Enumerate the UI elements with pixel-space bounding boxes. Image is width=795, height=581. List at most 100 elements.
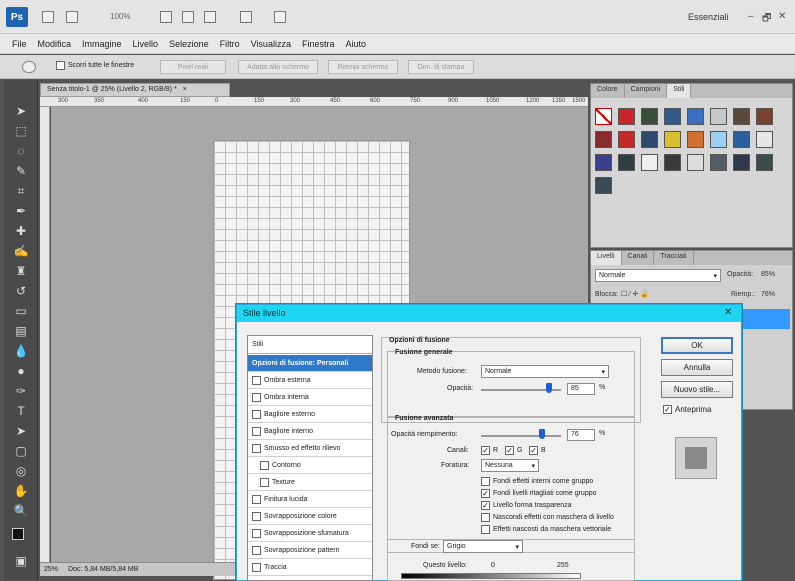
color-overlay-checkbox[interactable] xyxy=(252,511,261,521)
minimize-button[interactable]: – xyxy=(748,11,754,22)
zoom-tool-icon[interactable]: 🔍 xyxy=(10,502,32,520)
gradient-overlay-item[interactable]: Sovrapposizione sfumatura xyxy=(248,525,372,542)
gradient-tool-icon[interactable]: ▤ xyxy=(10,322,32,340)
style-swatch[interactable] xyxy=(733,154,750,171)
menu-file[interactable]: File xyxy=(12,39,27,49)
transparency-shapes-layer-option[interactable]: Livello forma trasparenza xyxy=(481,501,572,510)
status-zoom[interactable]: 25% xyxy=(44,566,58,573)
inner-shadow-checkbox[interactable] xyxy=(252,392,261,402)
shape-tool-icon[interactable]: ▢ xyxy=(10,442,32,460)
dialog-title-bar[interactable]: Stile livello ✕ xyxy=(237,305,741,322)
contour-item[interactable]: Contorno xyxy=(248,457,372,474)
blending-options-item[interactable]: Opzioni di fusione: Personali xyxy=(248,355,372,372)
contour-checkbox[interactable] xyxy=(260,460,269,470)
3d-rotate-icon[interactable]: ◎ xyxy=(10,462,32,480)
style-swatch[interactable] xyxy=(756,131,773,148)
style-swatch[interactable] xyxy=(641,131,658,148)
opacity-slider-thumb[interactable] xyxy=(546,383,552,393)
tab-canali[interactable]: Canali xyxy=(622,251,655,265)
menu-immagine[interactable]: Immagine xyxy=(82,39,122,49)
ok-button[interactable]: OK xyxy=(661,337,733,354)
lasso-tool-icon[interactable]: ◌ xyxy=(10,142,32,160)
cancel-button[interactable]: Annulla xyxy=(661,359,733,376)
style-swatch[interactable] xyxy=(687,154,704,171)
satin-item[interactable]: Finitura lucida xyxy=(248,491,372,508)
this-layer-ramp[interactable] xyxy=(401,573,581,579)
arrange-documents-icon[interactable] xyxy=(240,11,252,23)
tool-preset-icon[interactable] xyxy=(22,61,36,73)
layer-blend-mode-select[interactable]: Normale ▾ xyxy=(595,269,721,282)
drop-shadow-item[interactable]: Ombra esterna xyxy=(248,372,372,389)
style-swatch[interactable] xyxy=(733,108,750,125)
menu-filtro[interactable]: Filtro xyxy=(220,39,240,49)
menu-aiuto[interactable]: Aiuto xyxy=(345,39,366,49)
inner-glow-checkbox[interactable] xyxy=(252,426,261,436)
hand-tool-icon[interactable]: ✋ xyxy=(10,482,32,500)
restore-button[interactable]: 🗗 xyxy=(762,11,771,28)
style-swatch[interactable] xyxy=(618,131,635,148)
channel-g-checkbox[interactable] xyxy=(505,446,514,455)
channel-b-checkbox[interactable] xyxy=(529,446,538,455)
bridge-icon[interactable] xyxy=(42,11,54,23)
style-swatch[interactable] xyxy=(664,108,681,125)
menu-selezione[interactable]: Selezione xyxy=(169,39,209,49)
tab-livelli[interactable]: Livelli xyxy=(591,251,622,265)
dialog-close-icon[interactable]: ✕ xyxy=(724,307,732,318)
style-swatch[interactable] xyxy=(756,108,773,125)
document-tab-close[interactable]: × xyxy=(183,86,187,93)
blend-clipped-layers-checkbox[interactable] xyxy=(481,489,490,498)
gradient-overlay-checkbox[interactable] xyxy=(252,528,261,538)
channel-r-checkbox[interactable] xyxy=(481,446,490,455)
channel-r[interactable]: R xyxy=(481,446,498,455)
outer-glow-item[interactable]: Bagliore esterno xyxy=(248,406,372,423)
texture-checkbox[interactable] xyxy=(260,477,269,487)
crop-tool-icon[interactable]: ⌗ xyxy=(10,182,32,200)
new-style-button[interactable]: Nuovo stile... xyxy=(661,381,733,398)
close-window-button[interactable]: ✕ xyxy=(778,11,786,22)
channel-b[interactable]: B xyxy=(529,446,546,455)
fill-screen-button[interactable]: Riempi schermo xyxy=(328,60,398,74)
satin-checkbox[interactable] xyxy=(252,494,261,504)
quick-mask-icon[interactable]: ▣ xyxy=(10,552,32,570)
foreground-color-swatch[interactable] xyxy=(12,528,24,540)
vector-mask-hides-effects-option[interactable]: Effetti nascosti da maschera vettoriale xyxy=(481,525,611,534)
vector-mask-hides-effects-checkbox[interactable] xyxy=(481,525,490,534)
layer-opacity-value[interactable]: 85% xyxy=(761,271,775,278)
move-tool-icon[interactable]: ➤ xyxy=(10,102,32,120)
style-swatch[interactable] xyxy=(595,177,612,194)
pattern-overlay-checkbox[interactable] xyxy=(252,545,261,555)
color-overlay-item[interactable]: Sovrapposizione colore xyxy=(248,508,372,525)
layer-mask-hides-effects-checkbox[interactable] xyxy=(481,513,490,522)
knockout-select[interactable]: Nessuna ▾ xyxy=(481,459,539,472)
blend-mode-select[interactable]: Normale ▾ xyxy=(481,365,609,378)
style-swatch[interactable] xyxy=(687,108,704,125)
style-swatch[interactable] xyxy=(641,154,658,171)
brush-tool-icon[interactable]: ✍ xyxy=(10,242,32,260)
tab-campioni[interactable]: Campioni xyxy=(625,84,668,98)
menu-livello[interactable]: Livello xyxy=(133,39,159,49)
style-swatch[interactable] xyxy=(641,108,658,125)
path-selection-icon[interactable]: ➤ xyxy=(10,422,32,440)
fill-value[interactable]: 76% xyxy=(761,291,775,298)
actual-pixels-button[interactable]: Pixel reali xyxy=(160,60,226,74)
blend-interior-effects-checkbox[interactable] xyxy=(481,477,490,486)
preview-checkbox[interactable] xyxy=(663,405,672,414)
styles-list-header[interactable]: Stili xyxy=(248,336,372,354)
stroke-checkbox[interactable] xyxy=(252,562,261,572)
style-swatch[interactable] xyxy=(756,154,773,171)
lock-icons[interactable]: ☐ ⁄ ✛ 🔒 xyxy=(621,290,649,298)
style-swatch[interactable] xyxy=(710,131,727,148)
tab-colore[interactable]: Colore xyxy=(591,84,625,98)
pattern-overlay-item[interactable]: Sovrapposizione pattern xyxy=(248,542,372,559)
inner-glow-item[interactable]: Bagliore interno xyxy=(248,423,372,440)
texture-item[interactable]: Texture xyxy=(248,474,372,491)
eraser-tool-icon[interactable]: ▭ xyxy=(10,302,32,320)
zoom-level[interactable]: 100% xyxy=(110,12,130,21)
rotate-view-icon[interactable] xyxy=(204,11,216,23)
menu-visualizza[interactable]: Visualizza xyxy=(251,39,291,49)
style-swatch[interactable] xyxy=(595,154,612,171)
blur-tool-icon[interactable]: 💧 xyxy=(10,342,32,360)
menu-modifica[interactable]: Modifica xyxy=(38,39,72,49)
scroll-all-windows-option[interactable]: Scorri tutte le finestre xyxy=(56,61,134,70)
hand-tool-icon[interactable] xyxy=(160,11,172,23)
